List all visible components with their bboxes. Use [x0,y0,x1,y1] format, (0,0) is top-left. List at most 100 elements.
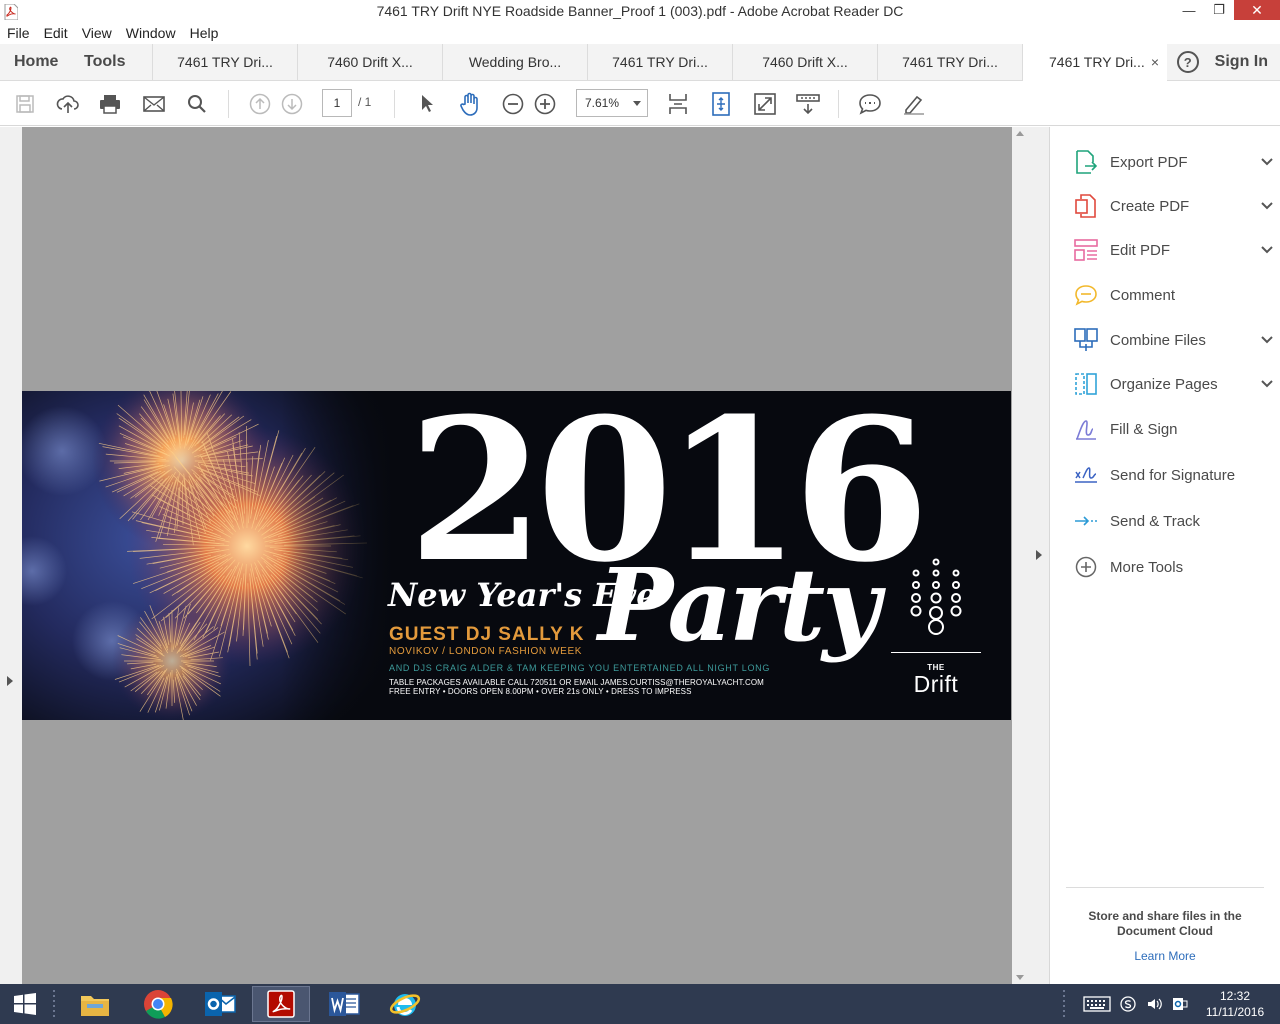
highlight-pen-icon[interactable] [902,92,926,116]
banner-guest-dj: GUEST DJ SALLY K [389,624,585,645]
next-page-icon[interactable] [280,92,304,116]
document-tab[interactable]: 7460 Drift X... [297,44,442,80]
email-icon[interactable] [142,92,166,116]
document-tab[interactable]: 7461 TRY Dri... [877,44,1022,80]
tool-export-pdf[interactable]: Export PDF [1074,148,1274,176]
tool-create-pdf[interactable]: Create PDF [1074,192,1274,220]
menu-help[interactable]: Help [183,24,226,44]
tool-organize-pages[interactable]: Organize Pages [1074,370,1274,398]
chrome-icon[interactable] [129,986,187,1022]
send-signature-icon [1074,463,1098,487]
zoom-value: 7.61% [585,96,620,110]
keyboard-icon[interactable] [1082,995,1112,1013]
tool-label: Send for Signature [1110,466,1236,484]
create-pdf-icon [1074,194,1098,218]
scroll-down-icon[interactable] [1016,975,1024,980]
tab-close-icon[interactable]: × [1151,44,1159,80]
file-explorer-icon[interactable] [66,986,124,1022]
banner-and-djs: AND DJS CRAIG ALDER & TAM KEEPING YOU EN… [389,663,771,673]
select-arrow-icon[interactable] [415,92,439,116]
system-clock[interactable]: 12:32 11/11/2016 [1196,988,1274,1020]
scroll-mode-icon[interactable] [666,92,690,116]
tool-send-track[interactable]: Send & Track [1074,507,1274,535]
banner-novikov: NOVIKOV / LONDON FASHION WEEK [389,646,582,657]
fullscreen-icon[interactable] [753,92,777,116]
document-tab-active[interactable]: 7461 TRY Dri... × [1022,44,1167,81]
save-icon[interactable] [13,92,37,116]
tool-comment[interactable]: Comment [1074,281,1274,309]
chevron-down-icon[interactable] [1260,199,1274,213]
comment-icon [1074,283,1098,307]
read-mode-icon[interactable] [796,92,820,116]
scroll-up-icon[interactable] [1016,131,1024,136]
acrobat-icon[interactable] [252,986,310,1022]
tool-label: Fill & Sign [1110,420,1178,438]
tool-send-for-signature[interactable]: Send for Signature [1074,461,1274,489]
menu-window[interactable]: Window [119,24,183,44]
pdf-page-banner: 2016 New Year's Eve Party GUEST DJ SALLY… [22,391,1011,720]
organize-pages-icon [1074,372,1098,396]
chevron-down-icon[interactable] [1260,377,1274,391]
restore-button[interactable]: ❐ [1204,0,1234,20]
menu-file[interactable]: File [0,24,37,44]
outlook-tray-icon[interactable] [1170,995,1190,1013]
document-tab-label: 7461 TRY Dri... [1049,54,1145,70]
menu-view[interactable]: View [75,24,119,44]
banner-table-packages: TABLE PACKAGES AVAILABLE CALL 720511 OR … [389,678,764,687]
tool-label: Comment [1110,286,1176,304]
left-nav-strip [0,127,22,984]
menu-edit[interactable]: Edit [37,24,75,44]
tools-pane: Export PDF Create PDF Edit PDF Comment C… [1050,127,1280,984]
document-tab[interactable]: 7461 TRY Dri... [152,44,297,80]
tab-home[interactable]: Home [0,44,72,80]
comment-tool-icon[interactable] [858,92,882,116]
skype-icon[interactable] [1118,995,1138,1013]
document-tab[interactable]: 7460 Drift X... [732,44,877,80]
print-icon[interactable] [98,92,122,116]
tray-grip [1063,990,1065,1017]
expand-left-pane-icon[interactable] [7,676,13,686]
document-cloud-promo: Store and share files in the Document Cl… [1088,909,1242,938]
fireworks-image [22,391,392,720]
tab-tools[interactable]: Tools [72,44,152,80]
hand-tool-icon[interactable] [458,92,482,116]
previous-page-icon[interactable] [248,92,272,116]
tool-label: Combine Files [1110,331,1206,349]
window-title: 7461 TRY Drift NYE Roadside Banner_Proof… [376,3,904,19]
outlook-icon[interactable] [191,986,249,1022]
send-track-icon [1074,509,1098,533]
learn-more-link[interactable]: Learn More [1066,949,1264,963]
close-button[interactable]: ✕ [1234,0,1280,20]
volume-icon[interactable] [1144,995,1164,1013]
page-total: / 1 [358,95,372,109]
zoom-out-icon[interactable] [501,92,525,116]
menu-bar: File Edit View Window Help [0,24,1280,44]
tool-combine-files[interactable]: Combine Files [1074,326,1274,354]
word-icon[interactable] [315,986,373,1022]
sign-in-button[interactable]: Sign In [1215,53,1268,71]
collapse-right-pane-icon[interactable] [1036,550,1042,560]
taskbar: 12:32 11/11/2016 [0,984,1280,1024]
document-tab[interactable]: Wedding Bro... [442,44,587,80]
tool-more-tools[interactable]: More Tools [1074,553,1274,581]
cloud-upload-icon[interactable] [56,92,80,116]
zoom-in-icon[interactable] [533,92,557,116]
search-icon[interactable] [185,92,209,116]
fit-page-icon[interactable] [709,92,733,116]
document-tab[interactable]: 7461 TRY Dri... [587,44,732,80]
vertical-scrollbar[interactable] [1012,127,1028,984]
banner-free-entry: FREE ENTRY • DOORS OPEN 8.00PM • OVER 21… [389,687,692,696]
page-number-input[interactable]: 1 [322,89,352,117]
internet-explorer-icon[interactable] [376,986,434,1022]
tool-fill-sign[interactable]: Fill & Sign [1074,415,1274,443]
zoom-select[interactable]: 7.61% [576,89,648,117]
tool-edit-pdf[interactable]: Edit PDF [1074,236,1274,264]
minimize-button[interactable]: — [1174,0,1204,20]
chevron-down-icon[interactable] [1260,155,1274,169]
chevron-down-icon[interactable] [1260,243,1274,257]
toolbar-divider [394,90,395,118]
help-icon[interactable]: ? [1176,51,1199,73]
chevron-down-icon[interactable] [1260,333,1274,347]
windows-logo-icon [14,993,36,1015]
start-button[interactable] [0,984,50,1024]
